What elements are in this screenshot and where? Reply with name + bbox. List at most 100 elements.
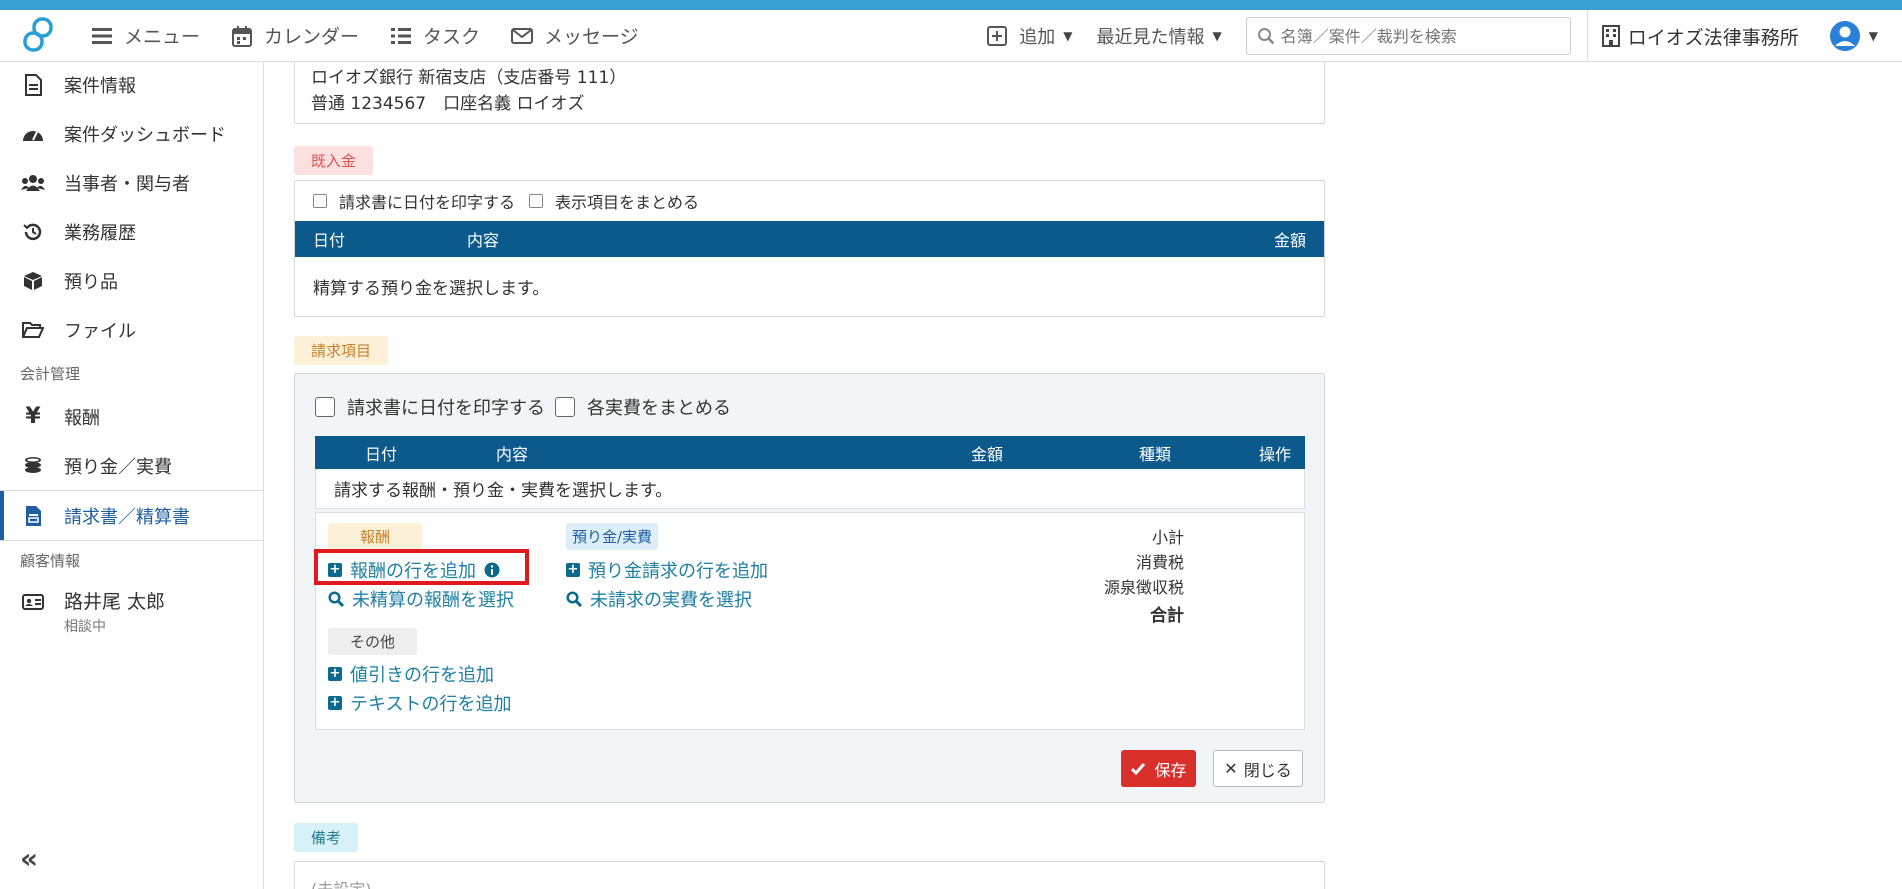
bank-account-panel: ロイオズ銀行 新宿支店（支店番号 111） 普通 1234567 口座名義 ロイ… [294, 62, 1325, 124]
sidebar: 案件情報 案件ダッシュボード 当事者・関与者 業務履歴 預り品 ファイル 会計管… [0, 62, 264, 889]
sidebar-item-invoices[interactable]: 請求書／精算書 [0, 491, 263, 540]
billing-col-date: 日付 [365, 444, 398, 464]
folder-open-icon [20, 321, 46, 339]
billing-empty-message: 請求する報酬・預り金・実費を選択します。 [315, 469, 1305, 509]
sidebar-item-deposits-expenses[interactable]: 預り金／実費 [0, 441, 263, 490]
sidebar-item-deposit-items[interactable]: 預り品 [0, 256, 263, 305]
close-button[interactable]: ✕ 閉じる [1213, 750, 1303, 787]
nav-add-label: 追加 [1019, 27, 1056, 48]
add-deposit-row-label: 預り金請求の行を追加 [588, 560, 768, 582]
search-box[interactable] [1245, 17, 1571, 55]
top-navbar: メニュー カレンダー タスク メッセージ 追加 ▼ 最近見た情報 ▼ 名簿／案件… [0, 10, 1902, 62]
received-options: 請求書に日付を印字する 表示項目をまとめる [295, 181, 1324, 221]
nav-tasks[interactable]: タスク [389, 22, 480, 49]
save-button[interactable]: 保存 [1121, 750, 1196, 787]
client-status: 相談中 [64, 619, 106, 635]
sidebar-item-label: ファイル [64, 320, 136, 342]
select-unbilled-expense-link[interactable]: 未請求の実費を選択 [566, 584, 752, 613]
close-icon: ✕ [1224, 759, 1238, 778]
file-text-icon [20, 73, 46, 96]
sidebar-collapse-icon[interactable]: « [20, 842, 38, 875]
history-icon [20, 221, 46, 243]
coins-icon [20, 456, 46, 476]
billing-col-type: 種類 [1139, 444, 1172, 464]
sidebar-item-label: 当事者・関与者 [64, 173, 190, 195]
nav-menu[interactable]: メニュー [90, 22, 200, 49]
withholding-label: 源泉徴収税 [1103, 578, 1184, 597]
sidebar-item-parties[interactable]: 当事者・関与者 [0, 158, 263, 207]
navbar-right: 追加 ▼ 最近見た情報 ▼ ロイオズ法律事務所 ▼ [985, 10, 1902, 62]
plus-square-icon: + [566, 561, 580, 577]
billing-actions-area: 報酬 + 報酬の行を追加 未精算の報酬を選択 その他 + 値引きの行を追加 + … [315, 512, 1305, 730]
search-icon [328, 590, 344, 607]
received-print-date-checkbox[interactable] [313, 194, 327, 208]
sidebar-item-label: 報酬 [64, 407, 100, 429]
sidebar-item-label: 預り品 [64, 271, 118, 293]
billing-group-expenses-checkbox[interactable] [555, 397, 575, 417]
received-col-amount: 金額 [1273, 231, 1306, 250]
users-icon [20, 174, 46, 192]
add-discount-row-link[interactable]: + 値引きの行を追加 [328, 659, 494, 688]
other-tag: その他 [328, 628, 418, 655]
task-list-icon [389, 24, 413, 48]
billing-print-date-checkbox[interactable] [315, 397, 335, 417]
select-unsettled-fee-link[interactable]: 未精算の報酬を選択 [328, 584, 514, 613]
received-panel: 請求書に日付を印字する 表示項目をまとめる 日付 内容 金額 精算する預り金を選… [294, 180, 1325, 317]
received-table-header: 日付 内容 金額 [295, 221, 1324, 257]
nav-add[interactable]: 追加 ▼ [985, 23, 1073, 49]
sidebar-item-label: 業務履歴 [64, 222, 136, 244]
nav-menu-label: メニュー [124, 26, 201, 48]
total-label: 合計 [1150, 606, 1184, 626]
plus-square-icon: + [328, 665, 342, 681]
sidebar-item-case-dashboard[interactable]: 案件ダッシュボード [0, 109, 263, 158]
sidebar-section-client: 顧客情報 [20, 551, 81, 570]
plus-square-icon: + [328, 694, 342, 710]
top-accent-bar [0, 0, 1902, 10]
sidebar-item-label: 案件情報 [64, 75, 136, 97]
billing-col-content: 内容 [496, 444, 529, 464]
dashboard-gauge-icon [20, 125, 46, 143]
sidebar-item-files[interactable]: ファイル [0, 305, 263, 354]
nav-calendar[interactable]: カレンダー [230, 22, 359, 49]
app-logo[interactable] [16, 12, 64, 60]
select-unsettled-fee-label: 未精算の報酬を選択 [352, 589, 514, 611]
add-text-row-link[interactable]: + テキストの行を追加 [328, 688, 511, 717]
user-avatar-icon [1829, 21, 1860, 51]
id-card-icon [20, 593, 46, 611]
remarks-value: (未設定) [311, 880, 372, 889]
sidebar-item-label: 案件ダッシュボード [64, 124, 226, 146]
chevron-down-icon: ▼ [1212, 29, 1222, 43]
nav-messages-label: メッセージ [544, 26, 639, 48]
bank-line-1: ロイオズ銀行 新宿支店（支店番号 111） [311, 68, 627, 88]
nav-calendar-label: カレンダー [264, 26, 360, 48]
user-menu[interactable]: ▼ [1829, 20, 1878, 52]
office-selector[interactable]: ロイオズ法律事務所 [1601, 23, 1799, 50]
chevron-down-icon: ▼ [1868, 29, 1878, 43]
nav-messages[interactable]: メッセージ [510, 22, 639, 49]
sidebar-client[interactable]: 路井尾 太郎 相談中 [0, 579, 263, 645]
add-deposit-row-link[interactable]: + 預り金請求の行を追加 [566, 555, 768, 584]
remarks-tag: 備考 [294, 823, 359, 852]
client-name: 路井尾 太郎 [64, 591, 166, 613]
remarks-panel[interactable]: (未設定) [294, 861, 1325, 889]
received-group-items-checkbox[interactable] [529, 194, 544, 208]
sidebar-section-accounting: 会計管理 [20, 364, 81, 383]
save-button-label: 保存 [1154, 760, 1187, 780]
box-icon [20, 271, 46, 291]
add-discount-row-label: 値引きの行を追加 [350, 664, 494, 686]
envelope-icon [510, 24, 534, 48]
sidebar-item-case-info[interactable]: 案件情報 [0, 60, 263, 109]
plus-square-icon [985, 24, 1009, 48]
received-print-date-label: 請求書に日付を印字する [339, 193, 516, 212]
sidebar-item-history[interactable]: 業務履歴 [0, 207, 263, 256]
tax-label: 消費税 [1135, 553, 1184, 572]
sidebar-item-fees[interactable]: ¥ 報酬 [0, 392, 263, 441]
check-icon [1131, 762, 1146, 775]
search-input[interactable] [1280, 26, 1551, 46]
close-button-label: 閉じる [1243, 760, 1292, 780]
nav-recent[interactable]: 最近見た情報 ▼ [1097, 23, 1222, 49]
yen-icon: ¥ [25, 404, 41, 429]
billing-panel: 請求書に日付を印字する 各実費をまとめる 日付 内容 金額 種類 操作 請求する… [294, 373, 1325, 803]
calendar-icon [230, 24, 254, 48]
select-unbilled-expense-label: 未請求の実費を選択 [590, 589, 752, 611]
